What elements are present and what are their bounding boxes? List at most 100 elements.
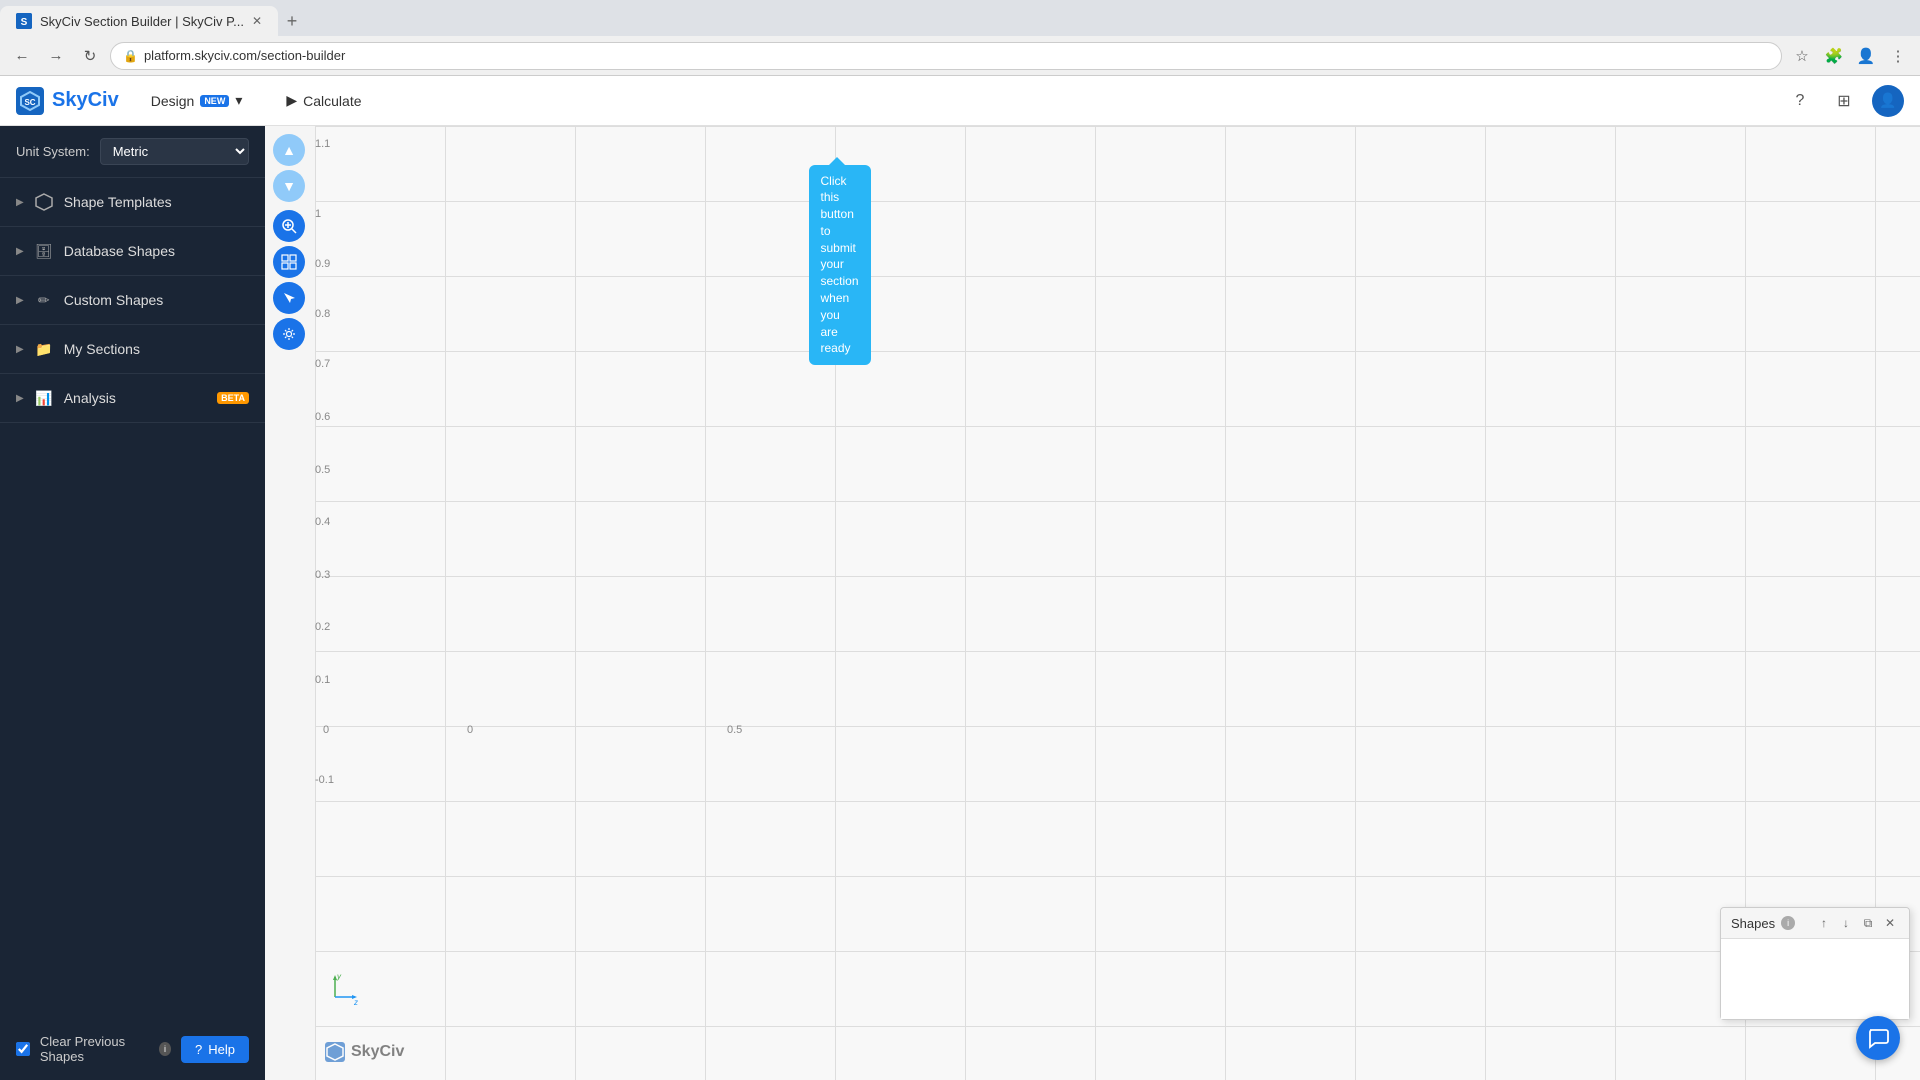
grid-btn[interactable] [273, 246, 305, 278]
sidebar-bottom: Clear Previous Shapes i ? Help [0, 1018, 265, 1080]
pan-up-btn[interactable]: ▲ [273, 134, 305, 166]
sidebar-item-database-shapes[interactable]: ▶ 🗄 Database Shapes [0, 227, 265, 276]
sidebar-item-my-sections[interactable]: ▶ 📁 My Sections [0, 325, 265, 374]
zoom-in-btn[interactable] [273, 210, 305, 242]
shape-templates-icon [34, 192, 54, 212]
chat-widget[interactable] [1856, 1016, 1900, 1060]
address-text: platform.skyciv.com/section-builder [144, 48, 345, 63]
sidebar-item-analysis[interactable]: ▶ 📊 Analysis BETA [0, 374, 265, 423]
apps-icon-btn[interactable]: ⊞ [1828, 85, 1860, 117]
coordinate-system: y z [325, 967, 365, 1012]
sidebar-item-label: My Sections [64, 341, 249, 357]
design-badge: NEW [200, 95, 229, 107]
y-label-0-9: 0.9 [315, 258, 330, 270]
logo-icon: SC [16, 87, 44, 115]
settings-btn[interactable] [273, 318, 305, 350]
unit-system-row: Unit System: Metric Imperial [0, 126, 265, 178]
y-label-0-7: 0.7 [315, 358, 330, 370]
chevron-right-icon: ▶ [16, 197, 24, 208]
svg-text:SC: SC [24, 98, 35, 107]
sidebar-item-label: Shape Templates [64, 194, 249, 210]
svg-text:S: S [21, 17, 28, 28]
reload-btn[interactable]: ↻ [76, 42, 104, 70]
clear-label: Clear Previous Shapes i [40, 1034, 171, 1064]
y-label-0-8: 0.8 [315, 308, 330, 320]
clear-checkbox[interactable] [16, 1041, 30, 1057]
y-label-0-4: 0.4 [315, 516, 330, 528]
forward-btn[interactable]: → [42, 42, 70, 70]
clear-info-icon[interactable]: i [159, 1042, 171, 1056]
logo-text: SkyCiv [52, 89, 119, 112]
sidebar: Unit System: Metric Imperial ▶ Shape Tem… [0, 126, 265, 1080]
shapes-panel-down-btn[interactable]: ↓ [1837, 914, 1855, 932]
app-toolbar: SC SkyCiv Design NEW ▾ ▶ Calculate Click… [0, 76, 1920, 126]
canvas-area: ▲ ▼ [265, 126, 1920, 1080]
active-tab[interactable]: S SkyCiv Section Builder | SkyCiv P... ✕ [0, 6, 278, 36]
sidebar-item-label: Analysis [64, 390, 203, 406]
tab-close-btn[interactable]: ✕ [252, 14, 262, 28]
y-label-0-2: 0.2 [315, 621, 330, 633]
calculate-btn[interactable]: ▶ Calculate [274, 86, 373, 115]
svg-text:y: y [336, 972, 342, 981]
lock-icon: 🔒 [123, 49, 138, 63]
design-btn[interactable]: Design NEW ▾ [139, 86, 255, 115]
shapes-panel-up-btn[interactable]: ↑ [1815, 914, 1833, 932]
calculate-icon: ▶ [286, 92, 297, 109]
shapes-panel-info-icon[interactable]: i [1781, 916, 1795, 930]
canvas-watermark: SkyCiv [325, 1042, 404, 1062]
menu-btn[interactable]: ⋮ [1884, 42, 1912, 70]
chevron-right-icon: ▶ [16, 295, 24, 306]
watermark-text: SkyCiv [351, 1043, 404, 1061]
chevron-right-icon: ▶ [16, 344, 24, 355]
unit-label: Unit System: [16, 144, 90, 159]
custom-shapes-icon: ✏ [34, 290, 54, 310]
svg-text:z: z [353, 998, 358, 1007]
watermark-logo-icon [325, 1042, 345, 1062]
sidebar-item-custom-shapes[interactable]: ▶ ✏ Custom Shapes [0, 276, 265, 325]
tab-title: SkyCiv Section Builder | SkyCiv P... [40, 14, 244, 29]
pan-down-btn[interactable]: ▼ [273, 170, 305, 202]
address-bar[interactable]: 🔒 platform.skyciv.com/section-builder [110, 42, 1782, 70]
y-label-0-3: 0.3 [315, 569, 330, 581]
my-sections-icon: 📁 [34, 339, 54, 359]
tab-favicon: S [16, 13, 32, 29]
back-btn[interactable]: ← [8, 42, 36, 70]
y-label-0-1: 0.1 [315, 674, 330, 686]
design-dropdown-icon: ▾ [235, 92, 242, 109]
user-avatar[interactable]: 👤 [1872, 85, 1904, 117]
new-tab-btn[interactable]: + [278, 7, 306, 35]
chevron-right-icon: ▶ [16, 393, 24, 404]
canvas-left-toolbar: ▲ ▼ [273, 134, 305, 350]
database-icon: 🗄 [34, 241, 54, 261]
cursor-btn[interactable] [273, 282, 305, 314]
calculate-label: Calculate [303, 93, 361, 109]
y-label-0-5: 0.5 [315, 464, 330, 476]
y-label-1-1: 1.1 [315, 138, 330, 150]
unit-select[interactable]: Metric Imperial [100, 138, 249, 165]
help-icon: ? [195, 1042, 202, 1057]
design-label: Design [151, 93, 195, 109]
x-label-0-5: 0.5 [727, 724, 742, 736]
x-label-0: 0 [467, 724, 473, 736]
shapes-panel-title: Shapes [1731, 916, 1775, 931]
sidebar-item-shape-templates[interactable]: ▶ Shape Templates [0, 178, 265, 227]
shapes-panel-close-btn[interactable]: ✕ [1881, 914, 1899, 932]
analysis-icon: 📊 [34, 388, 54, 408]
canvas-grid[interactable]: 1.1 1 0.9 0.8 0.7 0.6 0.5 0.4 0.3 0.2 0.… [315, 126, 1920, 1080]
bookmark-btn[interactable]: ☆ [1788, 42, 1816, 70]
y-label-neg-0-1: -0.1 [315, 774, 334, 786]
profile-btn[interactable]: 👤 [1852, 42, 1880, 70]
toolbar-right: ? ⊞ 👤 [1784, 85, 1904, 117]
shapes-panel-actions: ↑ ↓ ⧉ ✕ [1815, 914, 1899, 932]
help-btn[interactable]: ? Help [181, 1036, 249, 1063]
help-icon-btn[interactable]: ? [1784, 85, 1816, 117]
extensions-btn[interactable]: 🧩 [1820, 42, 1848, 70]
submit-tooltip: Click this button to submit your section… [809, 165, 871, 366]
shapes-panel-copy-btn[interactable]: ⧉ [1859, 914, 1877, 932]
shapes-panel-header: Shapes i ↑ ↓ ⧉ ✕ [1721, 908, 1909, 939]
beta-badge: BETA [217, 392, 249, 404]
logo: SC SkyCiv [16, 87, 119, 115]
sidebar-item-label: Custom Shapes [64, 292, 249, 308]
chevron-right-icon: ▶ [16, 246, 24, 257]
sidebar-item-label: Database Shapes [64, 243, 249, 259]
